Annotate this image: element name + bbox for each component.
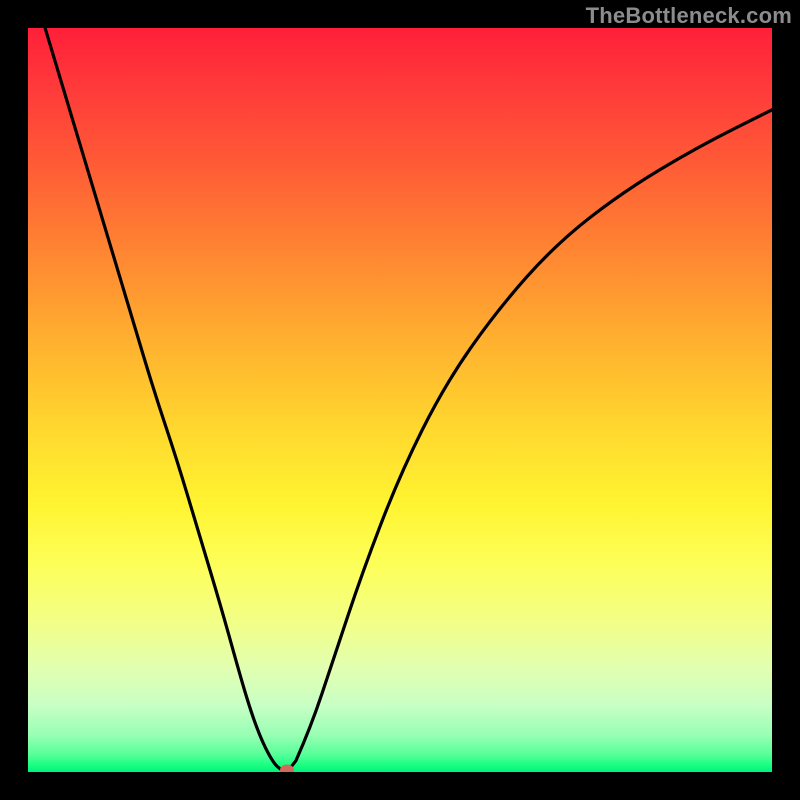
plot-area bbox=[28, 28, 772, 772]
watermark-text: TheBottleneck.com bbox=[586, 3, 792, 29]
curve-layer bbox=[28, 28, 772, 772]
minimum-marker-icon bbox=[280, 764, 294, 772]
bottleneck-curve bbox=[43, 28, 772, 772]
chart-frame: TheBottleneck.com bbox=[0, 0, 800, 800]
